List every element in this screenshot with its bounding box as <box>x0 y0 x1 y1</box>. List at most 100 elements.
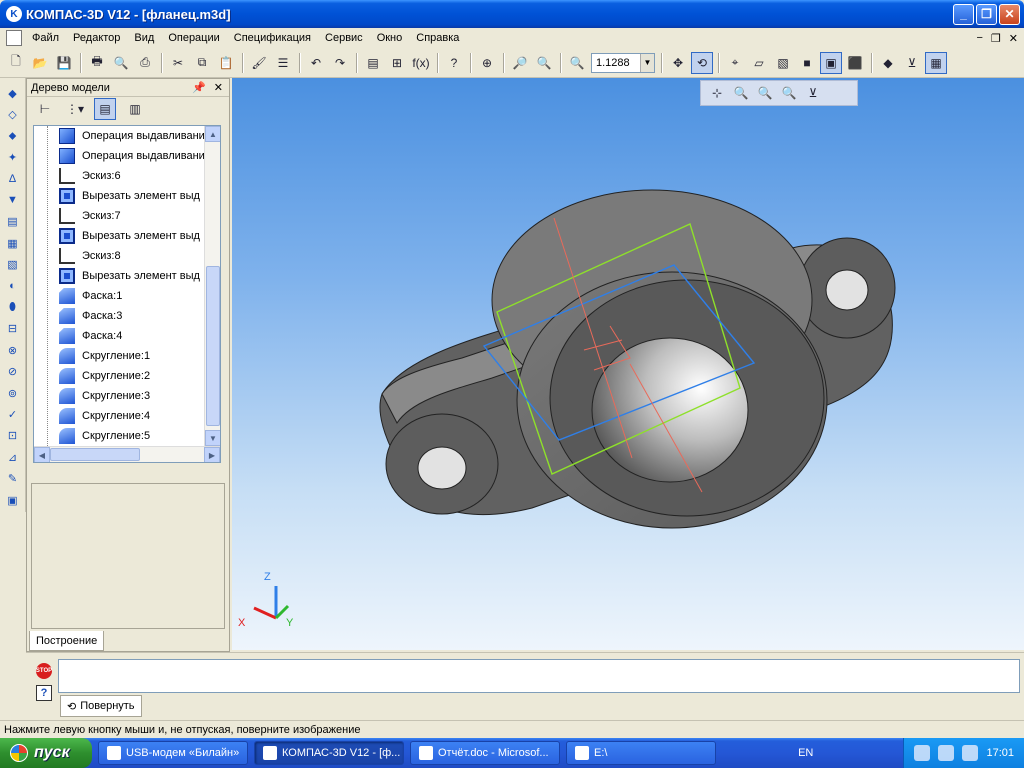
shaded-edges-icon[interactable]: ▣ <box>820 51 842 74</box>
save-icon[interactable]: 💾 <box>53 52 75 74</box>
scroll-thumb[interactable] <box>50 448 140 461</box>
constraints-icon[interactable]: ⊿ <box>3 448 23 467</box>
taskbar-item-word[interactable]: Отчёт.doc - Microsof... <box>410 741 560 765</box>
document-icon[interactable] <box>6 30 22 46</box>
tree-horizontal-scrollbar[interactable]: ◀ ▶ <box>34 446 220 462</box>
menu-specification[interactable]: Спецификация <box>227 32 318 44</box>
tree-vertical-scrollbar[interactable]: ▲ ▼ <box>204 126 220 446</box>
context-help-icon[interactable]: ? <box>443 52 465 74</box>
lofting-icon[interactable]: ⊚ <box>3 384 23 403</box>
tray-arrow-icon[interactable] <box>914 745 931 761</box>
tree-item[interactable]: Скругление:4 <box>34 406 220 426</box>
redo-icon[interactable]: ↷ <box>329 52 351 74</box>
designations-icon[interactable]: ⊗ <box>3 341 23 360</box>
scroll-up-arrow-icon[interactable]: ▲ <box>205 126 220 142</box>
dimensions-icon[interactable]: ⊟ <box>3 319 23 338</box>
edit-icon[interactable]: ✎ <box>3 469 23 488</box>
command-parameters-field[interactable] <box>58 659 1020 693</box>
axes-orientation-icon[interactable]: ⊹ <box>706 82 728 104</box>
tree-display-icon[interactable]: ▤ <box>94 98 116 120</box>
menu-view[interactable]: Вид <box>127 32 161 44</box>
tree-item[interactable]: Скругление:1 <box>34 346 220 366</box>
tree-view-mode-icon[interactable]: ⋮▾ <box>64 98 86 120</box>
arrays-icon[interactable]: ✦ <box>3 148 23 167</box>
new-document-icon[interactable]: 🗋 <box>5 52 27 74</box>
surfaces-icon[interactable]: ⬥ <box>3 127 23 146</box>
parameters-icon[interactable]: ⊡ <box>3 427 23 446</box>
cut-icon[interactable]: ✂ <box>167 52 189 74</box>
language-indicator[interactable]: EN <box>798 747 813 759</box>
zoom-previous-icon[interactable]: 🔍 <box>778 82 800 104</box>
taskbar-item-kompas[interactable]: КОМПАС-3D V12 - [ф... <box>254 741 404 765</box>
doc-restore-button[interactable]: ❐ <box>991 32 1001 45</box>
tree-structure-icon[interactable]: ⊢ <box>34 98 56 120</box>
specification-icon[interactable]: ▧ <box>3 255 23 274</box>
editing-details-icon[interactable]: ◆ <box>3 84 23 103</box>
tree-item[interactable]: Скругление:5 <box>34 426 220 446</box>
scroll-left-arrow-icon[interactable]: ◀ <box>34 447 50 462</box>
tree-item[interactable]: Вырезать элемент выд <box>34 186 220 206</box>
clock[interactable]: 17:01 <box>986 747 1014 759</box>
measure-icon[interactable]: ▤ <box>3 212 23 231</box>
model-tree-list[interactable]: Операция выдавливани Операция выдавливан… <box>33 125 221 463</box>
tree-item[interactable]: Операция выдавливани <box>34 126 220 146</box>
tree-item[interactable]: Эскиз:7 <box>34 206 220 226</box>
sketch-mode-icon[interactable]: ▦ <box>925 51 947 74</box>
undo-icon[interactable]: ↶ <box>305 52 327 74</box>
filter-tool-icon[interactable]: ▼ <box>3 191 23 210</box>
properties-icon[interactable]: ☰ <box>272 52 294 74</box>
tree-item[interactable]: Эскиз:6 <box>34 166 220 186</box>
zoom-value-field[interactable]: 1.1288 ▼ <box>591 52 655 73</box>
copy-icon[interactable]: ⧉ <box>191 52 213 74</box>
chevron-down-icon[interactable]: ▼ <box>640 53 654 72</box>
tree-item[interactable]: Фаска:4 <box>34 326 220 346</box>
tray-volume-icon[interactable] <box>962 745 979 761</box>
tree-item[interactable]: Фаска:1 <box>34 286 220 306</box>
zoom-window-icon[interactable]: 🔍 <box>730 82 752 104</box>
tab-construction[interactable]: Построение <box>29 631 105 651</box>
tree-item[interactable]: Скругление:3 <box>34 386 220 406</box>
menu-file[interactable]: Файл <box>25 32 66 44</box>
filter-icon[interactable]: ⊻ <box>901 52 923 74</box>
model-viewport[interactable]: Z X Y <box>232 78 1024 650</box>
zoom-scale-icon[interactable]: 🔍 <box>566 52 588 74</box>
view-icon[interactable]: ◆ <box>877 52 899 74</box>
doc-minimize-button[interactable]: − <box>976 32 982 45</box>
assembly-icon[interactable]: ⬮ <box>3 298 23 317</box>
tree-item[interactable]: Эскиз:8 <box>34 246 220 266</box>
tree-item[interactable]: Скругление:2 <box>34 366 220 386</box>
tree-item[interactable]: Вырезать элемент выд <box>34 266 220 286</box>
tree-item[interactable]: Вырезать элемент выд <box>34 226 220 246</box>
minimize-button[interactable]: _ <box>953 3 974 25</box>
wireframe-icon[interactable]: ▱ <box>748 52 770 74</box>
reports-icon[interactable]: ▣ <box>3 491 23 510</box>
shaded-icon[interactable]: ■ <box>796 52 818 74</box>
close-icon[interactable]: ✕ <box>214 81 223 94</box>
variables-fx-icon[interactable]: f(x) <box>410 52 432 74</box>
kompas-app-icon[interactable]: K <box>6 6 22 22</box>
zoom-fit-icon[interactable]: ⊕ <box>476 52 498 74</box>
tray-network-icon[interactable] <box>938 745 955 761</box>
hidden-lines-icon[interactable]: ▧ <box>772 52 794 74</box>
zoom-out-icon[interactable]: 🔍 <box>533 52 555 74</box>
maximize-button[interactable]: ❐ <box>976 3 997 25</box>
print-preview-icon[interactable]: 🔍 <box>110 52 132 74</box>
rotate-feature-icon[interactable]: ⊘ <box>3 362 23 381</box>
menu-service[interactable]: Сервис <box>318 32 370 44</box>
sheet-metal-icon[interactable]: ◐ <box>3 277 23 296</box>
tree-item[interactable]: Операция выдавливани <box>34 146 220 166</box>
open-folder-icon[interactable]: 📂 <box>29 52 51 74</box>
menu-help[interactable]: Справка <box>409 32 466 44</box>
print-icon[interactable]: 🖶 <box>86 52 108 74</box>
spatial-curves-icon[interactable]: ◇ <box>3 105 23 124</box>
zoom-in-icon[interactable]: 🔎 <box>509 52 531 74</box>
menu-window[interactable]: Окно <box>370 32 410 44</box>
help-button[interactable]: ? <box>36 685 52 701</box>
doc-close-button[interactable]: ✕ <box>1009 32 1018 45</box>
tree-item[interactable]: Фаска:3 <box>34 306 220 326</box>
pin-icon[interactable]: 📌 <box>192 81 206 94</box>
format-brush-icon[interactable]: 🖌 <box>248 52 270 74</box>
zoom-dynamic-icon[interactable]: 🔍 <box>754 82 776 104</box>
manager-icon[interactable]: ▤ <box>362 52 384 74</box>
scroll-right-arrow-icon[interactable]: ▶ <box>204 447 220 462</box>
